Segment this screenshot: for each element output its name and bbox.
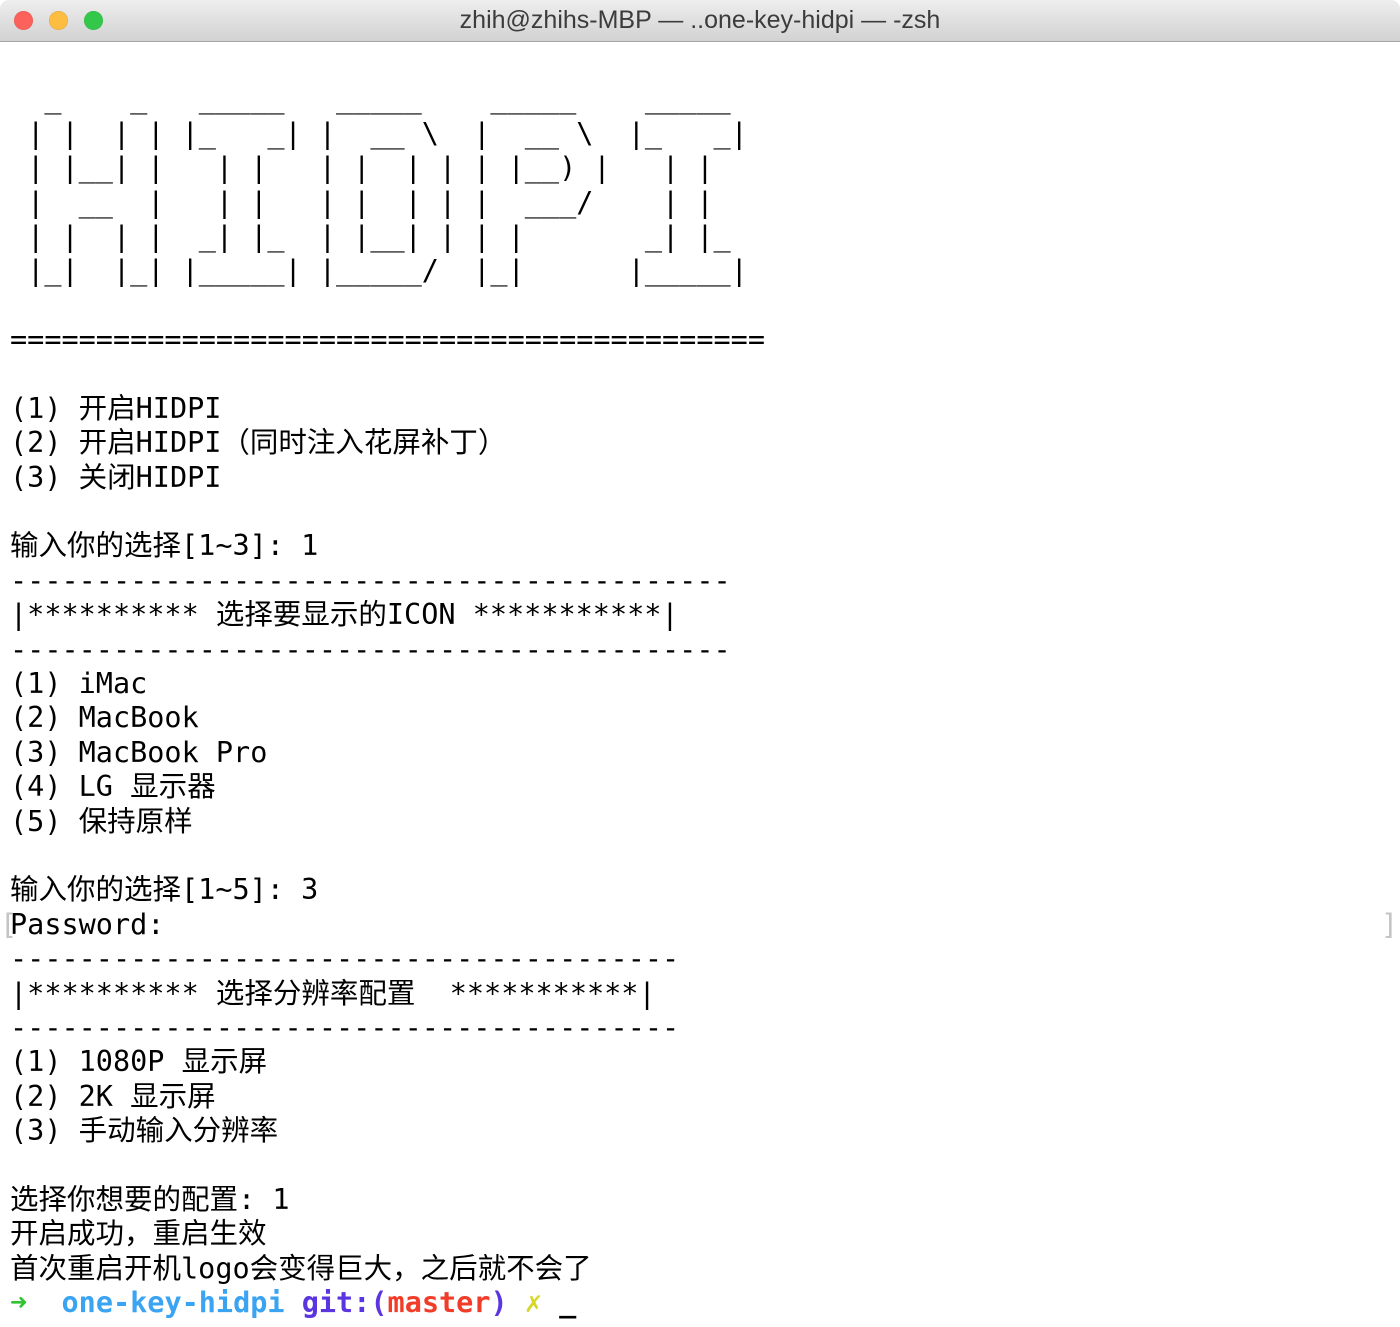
terminal-line: ========================================… — [10, 323, 1396, 357]
terminal-line — [10, 1149, 1396, 1183]
shell-prompt-line[interactable]: ➜ one-key-hidpi git:(master) ✗ _ — [10, 1286, 1396, 1320]
terminal-line: --------------------------------------- — [10, 1011, 1396, 1045]
close-button[interactable] — [14, 11, 33, 30]
terminal-line: | | | | |_ _| | __ \ | __ \ |_ _| — [10, 117, 1396, 151]
terminal-line: (3) 关闭HIDPI — [10, 461, 1396, 495]
terminal-line: (1) 1080P 显示屏 — [10, 1045, 1396, 1079]
terminal-line: 首次重启开机logo会变得巨大，之后就不会了 — [10, 1252, 1396, 1286]
terminal-line: --------------------------------------- — [10, 942, 1396, 976]
terminal-line: | |__| | | | | | | | | |__) | | | — [10, 151, 1396, 185]
terminal-line: (4) LG 显示器 — [10, 770, 1396, 804]
prompt-spacer — [508, 1286, 525, 1319]
terminal-line: 开启成功，重启生效 — [10, 1217, 1396, 1251]
prompt-mark-left: [ — [0, 908, 17, 942]
git-dirty-icon: ✗ — [525, 1286, 542, 1319]
terminal-line: (1) 开启HIDPI — [10, 392, 1396, 426]
terminal-line: |********** 选择要显示的ICON ***********| — [10, 598, 1396, 632]
terminal-line: Password:[] — [10, 908, 1396, 942]
minimize-button[interactable] — [49, 11, 68, 30]
terminal-line — [10, 289, 1396, 323]
terminal-line: (5) 保持原样 — [10, 805, 1396, 839]
terminal-line: (2) 2K 显示屏 — [10, 1080, 1396, 1114]
terminal-line: (1) iMac — [10, 667, 1396, 701]
terminal-cursor: _ — [559, 1286, 576, 1319]
terminal-line: |_| |_| |_____| |_____/ |_| |_____| — [10, 254, 1396, 288]
terminal-line: (2) MacBook — [10, 701, 1396, 735]
terminal-line: _ _ _____ _____ _____ _____ — [10, 82, 1396, 116]
zoom-button[interactable] — [84, 11, 103, 30]
terminal-line: 选择你想要的配置: 1 — [10, 1183, 1396, 1217]
terminal-line — [10, 48, 1396, 82]
prompt-arrow-icon: ➜ — [10, 1286, 27, 1319]
prompt-mark-right: ] — [1381, 908, 1398, 942]
terminal-line: 输入你的选择[1~5]: 3 — [10, 873, 1396, 907]
prompt-directory: one-key-hidpi — [62, 1286, 285, 1319]
terminal-line: |********** 选择分辨率配置 ***********| — [10, 977, 1396, 1011]
terminal-line: ----------------------------------------… — [10, 564, 1396, 598]
prompt-spacer — [542, 1286, 559, 1319]
traffic-lights — [14, 11, 103, 30]
terminal-line: (2) 开启HIDPI（同时注入花屏补丁） — [10, 426, 1396, 460]
terminal-line: | __ | | | | | | | | ___/ | | — [10, 186, 1396, 220]
terminal-window: zhih@zhihs-MBP — ..one-key-hidpi — -zsh … — [0, 0, 1400, 1327]
prompt-spacer — [285, 1286, 302, 1319]
terminal-line: (3) 手动输入分辨率 — [10, 1114, 1396, 1148]
terminal-line: | | | | _| |_ | |__| | | | _| |_ — [10, 220, 1396, 254]
terminal-line: (3) MacBook Pro — [10, 736, 1396, 770]
git-close-paren: ) — [490, 1286, 507, 1319]
prompt-spacer — [27, 1286, 61, 1319]
git-branch: master — [388, 1286, 491, 1319]
terminal-line: ----------------------------------------… — [10, 633, 1396, 667]
window-title: zhih@zhihs-MBP — ..one-key-hidpi — -zsh — [460, 6, 941, 35]
git-prefix: git:( — [302, 1286, 388, 1319]
terminal-line: 输入你的选择[1~3]: 1 — [10, 529, 1396, 563]
terminal-line — [10, 839, 1396, 873]
terminal-screen[interactable]: _ _ _____ _____ _____ _____ | | | | |_ _… — [0, 42, 1400, 1320]
terminal-line — [10, 495, 1396, 529]
terminal-line — [10, 358, 1396, 392]
title-bar[interactable]: zhih@zhihs-MBP — ..one-key-hidpi — -zsh — [0, 0, 1400, 42]
